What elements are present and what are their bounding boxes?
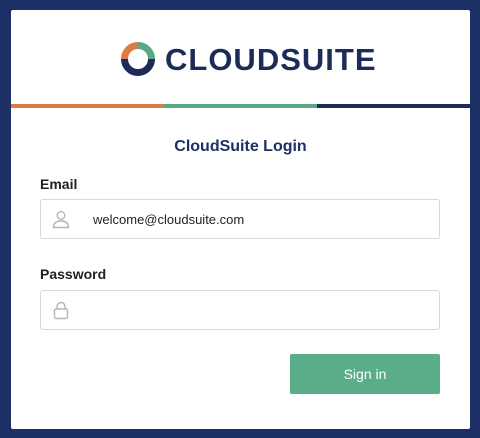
password-field-container[interactable] — [40, 290, 440, 330]
email-label: Email — [40, 176, 78, 192]
user-icon — [52, 211, 70, 229]
cloudsuite-ring-logo-icon — [121, 42, 155, 77]
email-field-container[interactable] — [40, 199, 440, 239]
brand-name: CLOUDSUITE — [165, 42, 377, 77]
password-input[interactable] — [93, 291, 433, 329]
sign-in-button[interactable]: Sign in — [290, 354, 440, 394]
brand-stripe — [11, 104, 470, 108]
brand-logo: CLOUDSUITE — [11, 10, 470, 105]
login-card: CLOUDSUITE CloudSuite Login Email Passwo… — [11, 10, 470, 429]
password-label: Password — [40, 266, 107, 282]
page-title: CloudSuite Login — [174, 138, 307, 155]
email-input[interactable] — [93, 200, 433, 238]
lock-icon — [53, 301, 69, 320]
